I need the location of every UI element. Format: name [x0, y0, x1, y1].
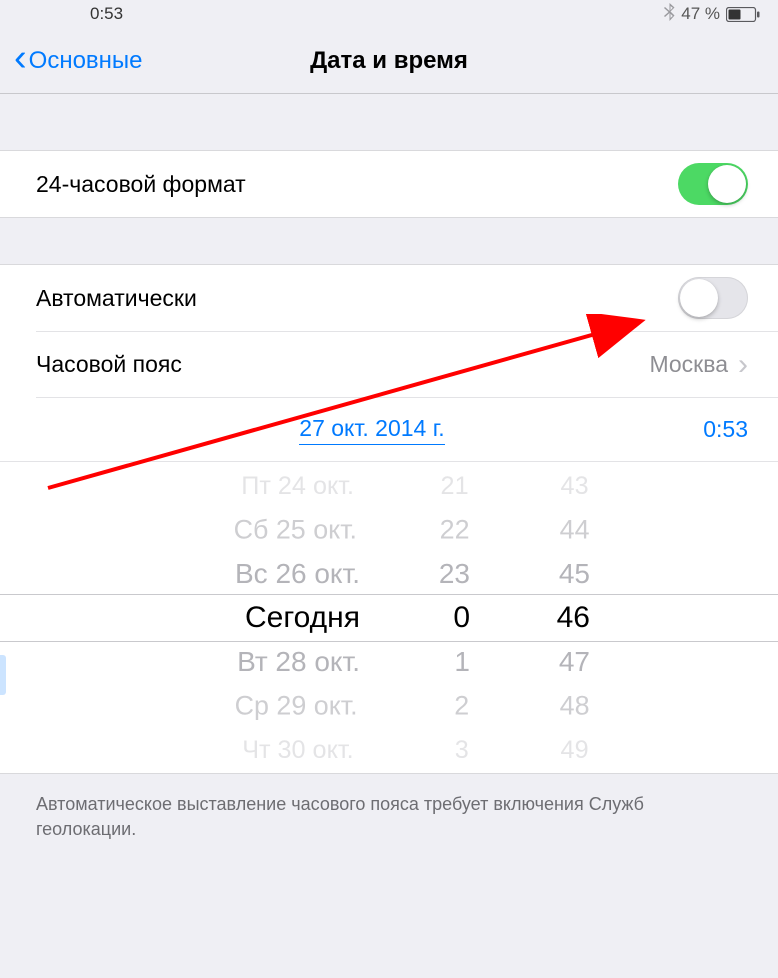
picker-item: 48 — [559, 684, 589, 726]
picker-item: Ср 29 окт. — [234, 684, 357, 726]
scroll-indicator — [0, 655, 6, 695]
picker-item: Чт 30 окт. — [242, 730, 353, 770]
battery-percent: 47 % — [681, 4, 720, 24]
row-timezone[interactable]: Часовой пояс Москва › — [36, 331, 778, 397]
picker-item: 23 — [439, 552, 470, 596]
picker-item: Пт 24 окт. — [241, 466, 354, 506]
picker-item: Вт 28 окт. — [237, 640, 360, 684]
picker-item: 43 — [560, 466, 588, 506]
status-bar: 0:53 47 % — [0, 0, 778, 28]
picker-item: 49 — [560, 730, 588, 770]
picker-item-selected: 0 — [453, 596, 470, 640]
bluetooth-icon — [664, 3, 675, 26]
row-label: Автоматически — [36, 285, 197, 312]
picker-item: 21 — [440, 466, 468, 506]
nav-bar: ‹ Основные Дата и время — [0, 28, 778, 94]
back-button[interactable]: ‹ Основные — [0, 47, 143, 75]
status-time: 0:53 — [90, 4, 123, 24]
group-24h: 24-часовой формат — [0, 150, 778, 218]
toggle-automatic[interactable] — [678, 277, 748, 319]
row-automatic: Автоматически — [0, 265, 778, 331]
selected-time: 0:53 — [648, 416, 748, 443]
picker-item: 22 — [439, 508, 469, 550]
picker-item: 44 — [559, 508, 589, 550]
picker-item: 3 — [455, 730, 469, 770]
battery-icon — [726, 7, 760, 22]
row-selected-datetime[interactable]: 27 окт. 2014 г. 0:53 — [36, 397, 778, 461]
picker-item-selected: 46 — [557, 596, 590, 640]
footer-note: Автоматическое выставление часового пояс… — [0, 774, 778, 842]
picker-item: Вс 26 окт. — [235, 552, 360, 596]
picker-item: 47 — [559, 640, 590, 684]
back-label: Основные — [29, 47, 143, 75]
row-label: Часовой пояс — [36, 351, 182, 378]
timezone-value: Москва — [649, 351, 728, 378]
group-auto-tz: Автоматически Часовой пояс Москва › 27 о… — [0, 264, 778, 774]
picker-item: 2 — [455, 684, 470, 726]
row-label: 24-часовой формат — [36, 171, 246, 198]
datetime-picker[interactable]: Пт 24 окт. Сб 25 окт. Вс 26 окт. Сегодня… — [0, 461, 778, 773]
picker-item: Сб 25 окт. — [234, 508, 357, 550]
row-24h-format: 24-часовой формат — [0, 151, 778, 217]
picker-col-date[interactable]: Пт 24 окт. Сб 25 окт. Вс 26 окт. Сегодня… — [90, 462, 380, 773]
selected-date: 27 окт. 2014 г. — [299, 415, 444, 445]
toggle-24h[interactable] — [678, 163, 748, 205]
picker-item-selected: Сегодня — [245, 596, 360, 640]
chevron-left-icon: ‹ — [14, 47, 27, 70]
picker-col-hour[interactable]: 21 22 23 0 1 2 3 — [380, 462, 490, 773]
picker-item: 45 — [559, 552, 590, 596]
picker-col-minute[interactable]: 43 44 45 46 47 48 49 — [490, 462, 600, 773]
picker-item: 1 — [454, 640, 470, 684]
status-right: 47 % — [664, 3, 760, 26]
chevron-right-icon: › — [738, 348, 748, 382]
